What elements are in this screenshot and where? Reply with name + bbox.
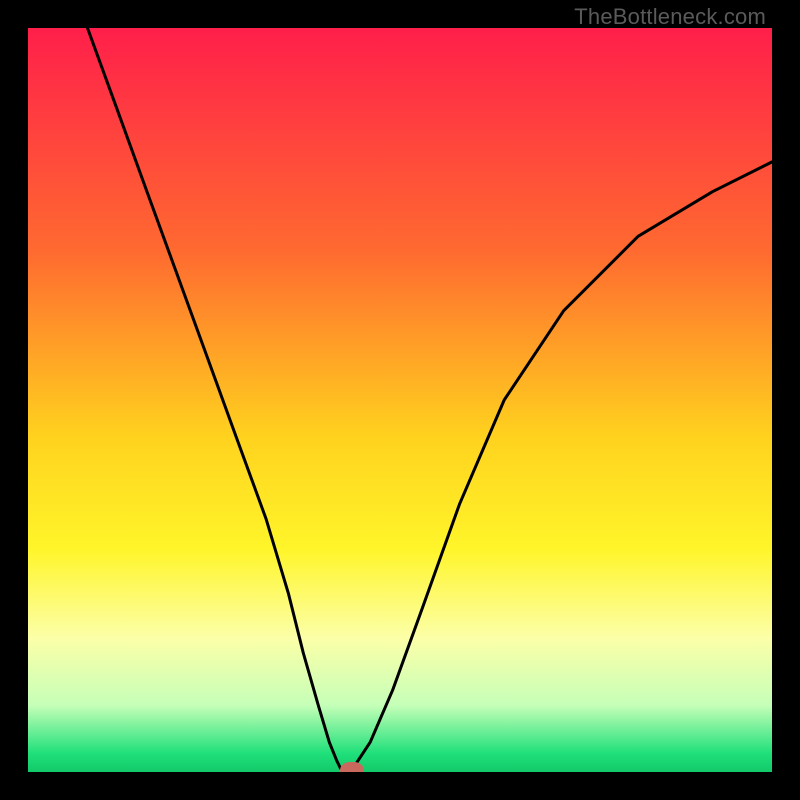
chart-frame: TheBottleneck.com [0,0,800,800]
bottleneck-curve [28,28,772,772]
curve-path [88,28,773,768]
plot-area [28,28,772,772]
optimum-marker [340,762,364,772]
watermark-text: TheBottleneck.com [574,4,766,30]
